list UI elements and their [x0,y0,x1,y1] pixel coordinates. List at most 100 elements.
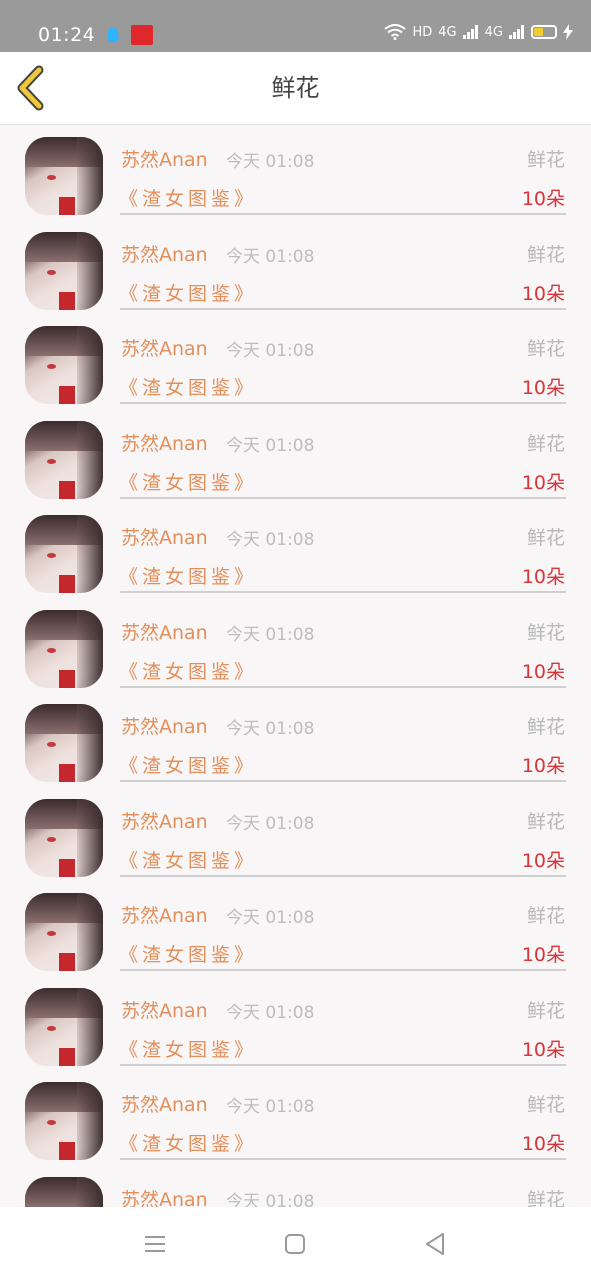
gift-type: 鲜花 [526,338,565,360]
avatar[interactable] [25,420,103,499]
list-item[interactable]: 苏然Anan 今天 01:08 鲜花 《渣女图鉴》 10朵 [0,881,591,976]
record-time: 今天 01:08 [226,813,315,834]
qq-notification-icon [106,27,120,43]
chevron-left-icon [17,65,44,111]
avatar[interactable] [25,137,103,215]
back-button[interactable] [10,64,58,112]
list-item[interactable]: 苏然Anan 今天 01:08 鲜花 《渣女图鉴》 10朵 [0,220,591,315]
status-indicators: HD 4G 4G [384,24,573,40]
record-time: 今天 01:08 [226,1191,315,1208]
book-title[interactable]: 《渣女图鉴》 [119,468,257,495]
record-time: 今天 01:08 [226,719,315,739]
avatar[interactable] [25,326,103,404]
avatar[interactable] [25,798,103,877]
list-item[interactable]: 苏然Anan 今天 01:08 鲜花 《渣女图鉴》 10朵 [0,503,591,598]
page-title: 鲜花 [271,74,320,102]
record-time: 今天 01:08 [226,341,315,361]
list-item[interactable]: 苏然Anan 今天 01:08 鲜花 《渣女图鉴》 10朵 [0,976,591,1071]
row-divider [120,685,566,688]
row-divider [120,969,566,971]
list-item[interactable]: 苏然Anan 今天 01:08 鲜花 《渣女图鉴》 10朵 [0,692,591,787]
gift-count: 10朵 [521,1038,565,1061]
user-name[interactable]: 苏然Anan [121,807,208,834]
row-divider [120,496,566,499]
status-bar: 01:24 HD 4G 4G [0,0,591,52]
user-name[interactable]: 苏然Anan [121,901,208,928]
charging-icon [563,24,573,40]
status-time: 01:24 [38,24,96,46]
avatar[interactable] [25,704,103,782]
book-title[interactable]: 《渣女图鉴》 [119,657,257,684]
book-title[interactable]: 《渣女图鉴》 [119,373,257,400]
gift-count: 10朵 [521,188,565,210]
record-time: 今天 01:08 [226,435,315,456]
gift-count: 10朵 [521,755,565,777]
user-name[interactable]: 苏然Anan [121,145,208,172]
menu-icon[interactable] [140,1229,170,1259]
user-name[interactable]: 苏然Anan [121,996,208,1023]
gift-type: 鲜花 [526,1094,565,1116]
gift-type: 鲜花 [526,716,565,738]
gift-type: 鲜花 [526,810,565,833]
book-title[interactable]: 《渣女图鉴》 [119,1035,257,1062]
row-divider [120,1158,566,1160]
user-name[interactable]: 苏然Anan [121,618,208,645]
list-item[interactable]: 苏然Anan 今天 01:08 鲜花 《渣女图鉴》 10朵 [0,787,591,882]
gift-type: 鲜花 [526,905,565,927]
avatar[interactable] [25,231,103,310]
list-item[interactable]: 苏然Anan 今天 01:08 鲜花 《渣女图鉴》 10朵 [0,598,591,693]
book-title[interactable]: 《渣女图鉴》 [119,846,257,873]
home-icon[interactable] [280,1229,310,1259]
user-name[interactable]: 苏然Anan [121,523,208,550]
gift-type: 鲜花 [526,621,565,644]
user-name[interactable]: 苏然Anan [121,1090,208,1117]
list-item[interactable]: 苏然Anan 今天 01:08 鲜花 《渣女图鉴》 10朵 [0,125,591,220]
user-name[interactable]: 苏然Anan [121,712,208,739]
network-label-1: 4G [438,24,457,40]
gift-count: 10朵 [521,849,565,872]
system-nav-bar [0,1207,591,1280]
gift-type: 鲜花 [526,999,565,1022]
row-divider [120,874,566,877]
book-title[interactable]: 《渣女图鉴》 [119,1129,257,1156]
list-item[interactable]: 苏然Anan 今天 01:08 鲜花 [0,1165,591,1208]
gift-count: 10朵 [521,660,565,683]
row-divider [120,307,566,310]
row-divider [120,1063,566,1066]
gift-count: 10朵 [521,944,565,966]
gift-type: 鲜花 [526,149,565,171]
avatar[interactable] [25,1176,103,1207]
row-divider [120,213,566,215]
book-title[interactable]: 《渣女图鉴》 [119,751,257,778]
record-time: 今天 01:08 [226,908,315,928]
avatar[interactable] [25,987,103,1066]
gift-count: 10朵 [521,377,565,399]
record-time: 今天 01:08 [226,530,315,550]
network-label-2: 4G [484,24,503,40]
row-divider [120,402,566,404]
list-item[interactable]: 苏然Anan 今天 01:08 鲜花 《渣女图鉴》 10朵 [0,1070,591,1165]
avatar[interactable] [25,1082,103,1160]
back-triangle-icon[interactable] [420,1229,450,1259]
hd-label: HD [412,24,433,40]
avatar[interactable] [25,609,103,688]
row-divider [120,780,566,782]
book-title[interactable]: 《渣女图鉴》 [119,279,257,306]
avatar[interactable] [25,893,103,971]
user-name[interactable]: 苏然Anan [121,1185,208,1208]
user-name[interactable]: 苏然Anan [121,429,208,456]
book-title[interactable]: 《渣女图鉴》 [119,940,257,967]
record-time: 今天 01:08 [226,1097,315,1117]
book-title[interactable]: 《渣女图鉴》 [119,184,257,211]
gift-count: 10朵 [521,1133,565,1155]
app-notification-icon [131,25,153,45]
list-item[interactable]: 苏然Anan 今天 01:08 鲜花 《渣女图鉴》 10朵 [0,409,591,504]
list-item[interactable]: 苏然Anan 今天 01:08 鲜花 《渣女图鉴》 10朵 [0,314,591,409]
battery-icon [531,25,557,39]
user-name[interactable]: 苏然Anan [121,334,208,361]
user-name[interactable]: 苏然Anan [121,240,208,267]
book-title[interactable]: 《渣女图鉴》 [119,562,257,589]
avatar[interactable] [25,515,103,593]
row-divider [120,591,566,593]
gift-type: 鲜花 [526,432,565,455]
